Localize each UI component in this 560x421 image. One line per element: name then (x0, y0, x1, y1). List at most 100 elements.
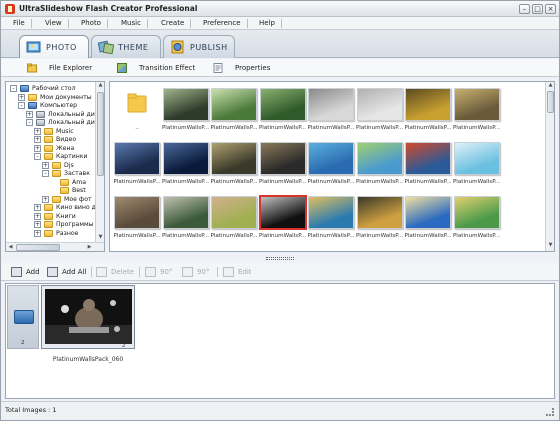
transition-effect-button[interactable]: Transition Effect (117, 63, 197, 74)
scroll-left-arrow-icon[interactable]: ◀ (7, 244, 14, 251)
thumbnail-label: PlatinumWallsP... (161, 179, 210, 185)
parent-folder-item[interactable]: .. (114, 84, 160, 136)
pane-splitter[interactable] (1, 254, 559, 262)
title-bar[interactable]: UltraSlideshow Flash Creator Professiona… (1, 1, 559, 17)
scroll-up-arrow-icon[interactable]: ▲ (96, 82, 104, 89)
folder-tree[interactable]: - Рабочий стол + Мои документы - Компьютер + Ло… (5, 81, 105, 252)
splitter-grip-icon[interactable] (266, 257, 294, 260)
photo-thumbnail[interactable]: PlatinumWallsP... (356, 84, 403, 136)
photo-thumbnail[interactable]: PlatinumWallsP... (453, 138, 500, 190)
grid-scroll-down-arrow-icon[interactable]: ▼ (546, 242, 554, 249)
photo-thumbnail[interactable]: PlatinumWallsP... (162, 84, 209, 136)
photo-thumbnail[interactable]: PlatinumWallsP... (453, 84, 500, 136)
photo-thumbnail[interactable]: PlatinumWallsP... (453, 192, 500, 244)
maximize-button[interactable]: □ (532, 4, 543, 14)
photo-thumbnail[interactable]: PlatinumWallsP... (258, 138, 307, 190)
menu-view[interactable]: View (39, 19, 69, 28)
grid-vertical-scrollbar[interactable]: ▲ ▼ (545, 82, 554, 251)
photo-thumbnail[interactable]: PlatinumWallsP... (210, 138, 258, 190)
rotate-left-button[interactable]: 90° (145, 267, 179, 278)
photo-thumbnail[interactable]: PlatinumWallsP... (210, 192, 258, 244)
photo-thumbnail[interactable]: PlatinumWallsP... (259, 84, 306, 136)
file-explorer-button[interactable]: File Explorer (27, 63, 97, 74)
minimize-button[interactable]: – (519, 4, 530, 14)
add-button[interactable]: Add (11, 267, 43, 278)
thumbnail-image (211, 88, 257, 121)
toolbar-divider (139, 267, 140, 277)
photo-thumbnail[interactable]: PlatinumWallsP... (356, 138, 403, 190)
storyboard-timeline[interactable]: 2 2 PlatinumWallsPack_060 (5, 283, 555, 399)
resize-grip-icon[interactable] (546, 408, 554, 416)
scroll-down-arrow-icon[interactable]: ▼ (96, 234, 104, 241)
tree-horizontal-scrollbar[interactable]: ◀ ▶ (6, 242, 104, 251)
menu-preference[interactable]: Preference (197, 19, 248, 28)
file-explorer-label: File Explorer (49, 64, 93, 72)
folder-icon (114, 88, 160, 121)
menu-file[interactable]: File (7, 19, 32, 28)
thumbnail-label: PlatinumWallsP... (210, 233, 258, 239)
collapse-icon[interactable]: - (18, 102, 25, 109)
rotate-right-icon (182, 267, 193, 277)
tab-theme[interactable]: THEME (91, 35, 161, 58)
photo-thumbnail[interactable]: PlatinumWallsP... (404, 138, 452, 190)
collapse-icon[interactable]: - (42, 170, 49, 177)
scroll-right-arrow-icon[interactable]: ▶ (86, 244, 93, 251)
slide-image (45, 289, 132, 344)
app-window: UltraSlideshow Flash Creator Professiona… (0, 0, 560, 421)
expand-icon[interactable]: + (34, 212, 41, 220)
expand-icon[interactable]: + (34, 144, 41, 152)
expand-icon[interactable]: + (42, 161, 49, 169)
collapse-icon[interactable]: - (10, 85, 17, 92)
thumbnail-image (453, 196, 500, 229)
photo-thumbnail[interactable]: PlatinumWallsP... (356, 192, 403, 244)
photo-thumbnail[interactable]: PlatinumWallsP... (161, 138, 210, 190)
tab-publish[interactable]: PUBLISH (163, 35, 235, 58)
menu-photo[interactable]: Photo (75, 19, 108, 28)
thumbnail-image (405, 88, 451, 121)
tab-photo[interactable]: PHOTO (19, 35, 89, 58)
photo-thumbnail-grid[interactable]: .. PlatinumWallsP... PlatinumWallsP... Plat… (109, 81, 555, 252)
tree-scroll-thumb[interactable] (97, 92, 104, 176)
expand-icon[interactable]: + (34, 127, 41, 135)
collapse-icon[interactable]: - (26, 119, 33, 126)
transition-effect-icon (14, 310, 34, 324)
edit-button[interactable]: Edit (223, 267, 257, 278)
storyboard-slide[interactable]: 2 (41, 285, 135, 349)
grid-scroll-thumb[interactable] (547, 91, 554, 113)
photo-thumbnail[interactable]: PlatinumWallsP... (113, 138, 161, 190)
photo-thumbnail[interactable]: PlatinumWallsP... (404, 192, 452, 244)
expand-icon[interactable]: + (26, 110, 33, 118)
expand-icon[interactable]: + (42, 195, 49, 203)
photo-thumbnail[interactable]: PlatinumWallsP... (307, 192, 355, 244)
menu-music[interactable]: Music (115, 19, 148, 28)
menu-help[interactable]: Help (253, 19, 282, 28)
rotate-right-button[interactable]: 90° (182, 267, 216, 278)
thumbnail-image (211, 196, 257, 229)
photo-thumbnail[interactable]: PlatinumWallsP... (307, 84, 355, 136)
add-all-button[interactable]: Add All (47, 267, 93, 278)
grid-scroll-up-arrow-icon[interactable]: ▲ (546, 82, 554, 89)
photo-thumbnail[interactable]: PlatinumWallsP... (162, 192, 209, 244)
delete-button[interactable]: Delete (96, 267, 136, 278)
photo-thumbnail[interactable]: PlatinumWallsP... (210, 84, 258, 136)
close-button[interactable]: × (545, 4, 556, 14)
expand-icon[interactable]: + (34, 229, 41, 237)
thumbnail-image (259, 196, 306, 229)
tree-vertical-scrollbar[interactable]: ▲ ▼ (95, 82, 104, 242)
menu-create[interactable]: Create (155, 19, 192, 28)
expand-icon[interactable]: + (34, 221, 41, 228)
properties-button[interactable]: Properties (213, 63, 273, 74)
tree-item[interactable]: + Разное (6, 229, 95, 238)
thumbnail-label: PlatinumWallsP... (258, 179, 307, 185)
expand-icon[interactable]: + (34, 136, 41, 143)
folder-icon (60, 178, 69, 186)
expand-icon[interactable]: + (34, 204, 41, 211)
photo-thumbnail[interactable]: PlatinumWallsP... (307, 138, 355, 190)
tree-hscroll-thumb[interactable] (16, 244, 60, 251)
collapse-icon[interactable]: - (34, 153, 41, 160)
photo-thumbnail[interactable]: PlatinumWallsP... (404, 84, 452, 136)
expand-icon[interactable]: + (18, 93, 25, 101)
transition-slot[interactable]: 2 (7, 285, 39, 349)
photo-thumbnail[interactable]: PlatinumWallsP... (259, 192, 306, 244)
photo-thumbnail[interactable]: PlatinumWallsP... (113, 192, 161, 244)
